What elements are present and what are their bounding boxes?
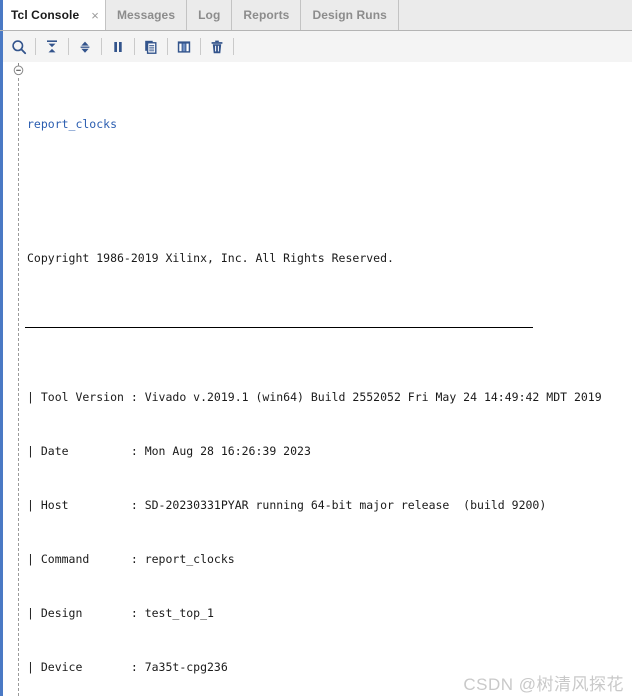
table-layout-button[interactable] [170,34,198,60]
tab-bar: Tcl Console × Messages Log Reports Desig… [0,0,632,31]
info-line-design: | Design : test_top_1 [27,606,214,620]
divider-top [25,327,533,328]
toolbar-separator [35,38,36,55]
toolbar-separator [233,38,234,55]
table-layout-icon [176,39,192,55]
close-icon[interactable]: × [91,9,99,22]
tree-guide-line [18,78,19,696]
tab-label: Tcl Console [11,8,80,22]
tab-label: Design Runs [312,8,387,22]
copyright-line: Copyright 1986-2019 Xilinx, Inc. All Rig… [27,251,394,265]
collapse-toggle-icon[interactable] [12,63,25,77]
trash-icon [209,39,225,55]
info-line-date: | Date : Mon Aug 28 16:26:39 2023 [27,444,311,458]
tcl-console-output[interactable]: report_clocks Copyright 1986-2019 Xilinx… [0,62,632,696]
search-button[interactable] [5,34,33,60]
info-line-command: | Command : report_clocks [27,552,235,566]
toolbar-separator [68,38,69,55]
copy-button[interactable] [137,34,165,60]
console-log: report_clocks Copyright 1986-2019 Xilinx… [25,62,632,696]
toolbar-separator [101,38,102,55]
tab-label: Log [198,8,221,22]
tab-label: Reports [243,8,290,22]
expand-all-button[interactable] [71,34,99,60]
watermark: CSDN @树清风探花 [463,675,624,694]
console-command: report_clocks [27,117,118,131]
tab-bar-filler [398,0,632,30]
copy-icon [143,39,159,55]
pause-icon [110,39,126,55]
tab-label: Messages [116,8,176,22]
info-line-tool-version: | Tool Version : Vivado v.2019.1 (win64)… [27,390,602,404]
toolbar-separator [134,38,135,55]
toolbar-separator [167,38,168,55]
tab-messages[interactable]: Messages [106,0,188,30]
clear-console-button[interactable] [203,34,231,60]
collapse-all-button[interactable] [38,34,66,60]
console-toolbar [0,31,632,63]
tab-tcl-console[interactable]: Tcl Console × [0,0,106,30]
search-icon [11,39,27,55]
toolbar-separator [200,38,201,55]
collapse-all-icon [44,39,60,55]
tab-design-runs[interactable]: Design Runs [301,0,399,30]
tab-reports[interactable]: Reports [232,0,302,30]
info-line-host: | Host : SD-20230331PYAR running 64-bit … [27,498,547,512]
tab-log[interactable]: Log [187,0,233,30]
pause-button[interactable] [104,34,132,60]
expand-all-icon [77,39,93,55]
